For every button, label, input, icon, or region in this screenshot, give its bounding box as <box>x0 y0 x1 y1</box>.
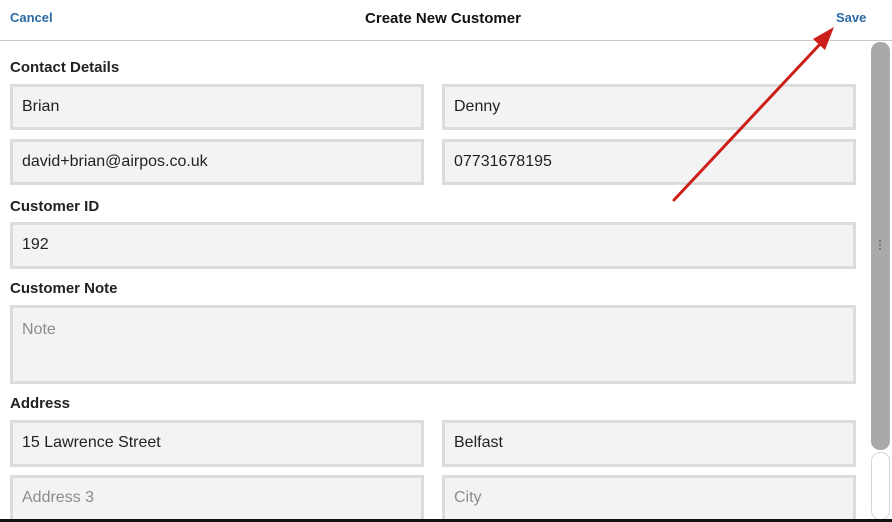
address-line2-field[interactable]: Belfast <box>442 420 856 467</box>
contact-details-heading: Contact Details <box>10 59 120 76</box>
customer-id-field[interactable]: 192 <box>10 222 856 269</box>
first-name-field[interactable]: Brian <box>10 84 424 130</box>
last-name-field[interactable]: Denny <box>442 84 856 130</box>
customer-note-heading: Customer Note <box>10 280 118 297</box>
address-heading: Address <box>10 395 71 412</box>
customer-form: Contact Details Brian Denny david+brian@… <box>0 41 866 522</box>
save-button[interactable]: Save <box>836 11 866 25</box>
scrollbar-lower-track[interactable] <box>871 452 890 520</box>
address-line3-field[interactable]: Address 3 <box>10 475 424 522</box>
customer-id-heading: Customer ID <box>10 198 100 215</box>
address-line1-field[interactable]: 15 Lawrence Street <box>10 420 424 467</box>
navigation-bar: Cancel Create New Customer Save <box>0 0 892 41</box>
city-field[interactable]: City <box>442 475 856 522</box>
page-title: Create New Customer <box>365 10 521 27</box>
scroll-grip-icon: · · · <box>878 233 882 255</box>
email-field[interactable]: david+brian@airpos.co.uk <box>10 139 424 185</box>
phone-field[interactable]: 07731678195 <box>442 139 856 185</box>
customer-note-field[interactable]: Note <box>10 305 856 384</box>
